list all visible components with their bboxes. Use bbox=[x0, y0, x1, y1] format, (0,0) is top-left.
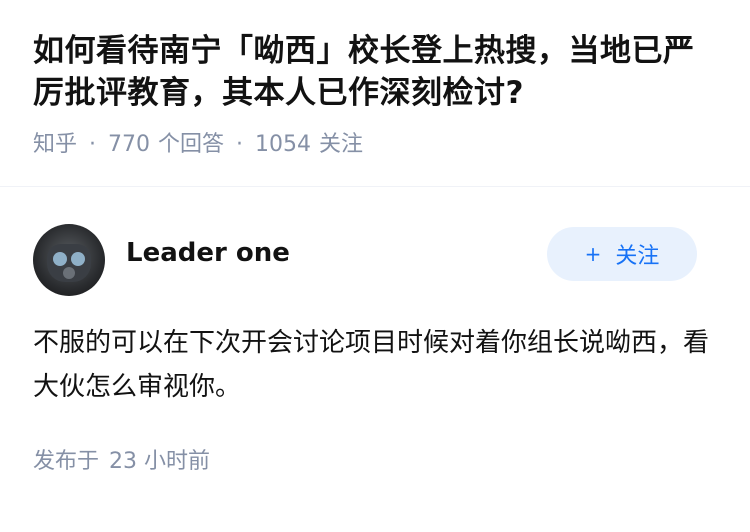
question-meta: 知乎 · 770 个回答 · 1054 关注 bbox=[33, 130, 717, 160]
answer-count-label: 个回答 bbox=[158, 132, 225, 157]
answer-card: Leader one + 关注 不服的可以在下次开会讨论项目时候对着你组长说呦西… bbox=[0, 209, 750, 475]
published-label: 发布于 bbox=[33, 449, 100, 474]
answer-content: 不服的可以在下次开会讨论项目时候对着你组长说呦西，看大伙怎么审视你。 bbox=[33, 328, 710, 402]
avatar[interactable] bbox=[33, 224, 105, 296]
publish-time: 发布于 23 小时前 bbox=[33, 443, 717, 475]
question-header: 如何看待南宁「呦西」校长登上热搜，当地已严厉批评教育，其本人已作深刻检讨? 知乎… bbox=[0, 0, 750, 160]
author-row: Leader one + 关注 bbox=[33, 209, 717, 311]
divider bbox=[0, 186, 750, 187]
published-time: 23 小时前 bbox=[109, 449, 211, 474]
follower-count: 1054 bbox=[255, 132, 312, 157]
follow-button-label: 关注 bbox=[615, 244, 660, 269]
source-label: 知乎 bbox=[33, 132, 78, 157]
follow-button[interactable]: + 关注 bbox=[547, 227, 697, 281]
author-name[interactable]: Leader one bbox=[126, 238, 290, 268]
answer-count: 770 bbox=[108, 132, 151, 157]
gas-mask-icon bbox=[47, 244, 91, 282]
separator-dot: · bbox=[89, 132, 97, 157]
follower-count-label: 关注 bbox=[319, 132, 364, 157]
plus-icon: + bbox=[584, 242, 602, 266]
separator-dot: · bbox=[236, 132, 244, 157]
question-title[interactable]: 如何看待南宁「呦西」校长登上热搜，当地已严厉批评教育，其本人已作深刻检讨? bbox=[33, 30, 717, 114]
